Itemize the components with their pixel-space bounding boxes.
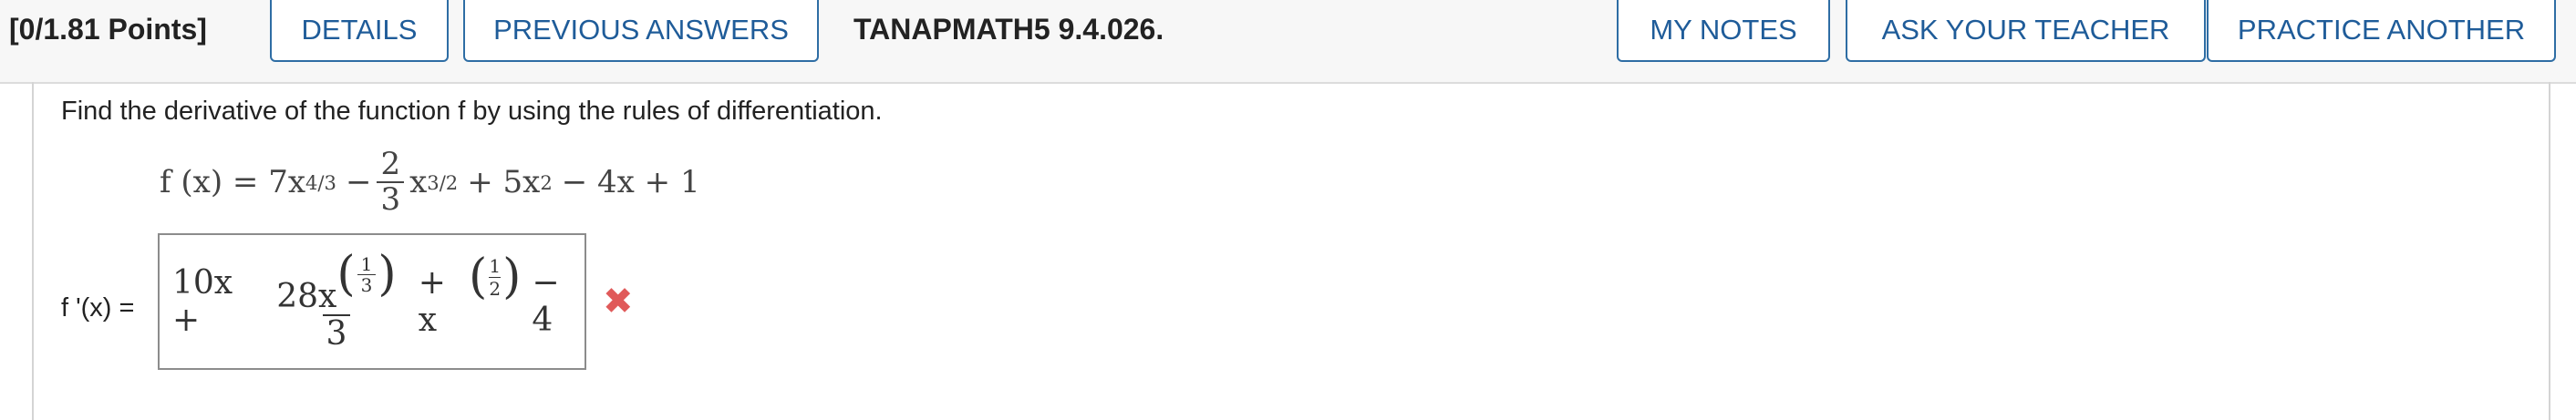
- answer-plus-x: + x: [418, 264, 446, 339]
- question-header: [0/1.81 Points] DETAILS PREVIOUS ANSWERS…: [0, 0, 2576, 84]
- function-rest: + 5x: [467, 164, 541, 200]
- practice-another-button[interactable]: PRACTICE ANOTHER: [2207, 0, 2556, 62]
- function-tail: − 4x + 1: [561, 164, 700, 200]
- answer-input[interactable]: 10x + 28x ( 13 ) 3 + x ( 12 ) − 4: [158, 233, 586, 370]
- function-exp3: 2: [540, 170, 553, 194]
- my-notes-button[interactable]: MY NOTES: [1617, 0, 1830, 62]
- function-expression: f (x) = 7x 4/3 − 2 3 x 3/2 + 5x 2 − 4x + 1: [160, 137, 700, 228]
- function-lhs: f (x) = 7x: [160, 164, 306, 200]
- derivative-label: f '(x) =: [61, 293, 135, 323]
- function-exp1: 4/3: [305, 170, 336, 194]
- cross-icon: ✖: [603, 282, 634, 322]
- answer-frac-num: 28x: [276, 277, 337, 315]
- question-id: TANAPMATH5 9.4.026.: [853, 13, 1164, 46]
- previous-answers-button[interactable]: PREVIOUS ANSWERS: [463, 0, 819, 62]
- function-exp2: 3/2: [427, 170, 459, 194]
- function-x: x: [409, 164, 428, 200]
- points-label: [0/1.81 Points]: [9, 13, 207, 46]
- answer-exp1-num: 1: [360, 252, 373, 275]
- answer-tail: − 4: [532, 264, 560, 339]
- answer-term1: 10x +: [172, 264, 233, 339]
- answer-fraction: 28x ( 13 ) 3: [273, 251, 399, 353]
- question-body: Find the derivative of the function f by…: [32, 82, 2550, 420]
- function-minus: −: [345, 164, 372, 200]
- question-prompt: Find the derivative of the function f by…: [61, 97, 883, 126]
- function-frac-den: 3: [377, 181, 405, 217]
- answer-exp2-num: 1: [489, 254, 502, 277]
- answer-frac-den: 3: [322, 314, 351, 353]
- function-frac-num: 2: [380, 145, 401, 182]
- answer-exp2: ( 12 ): [469, 250, 522, 304]
- answer-exp1: ( 13 ): [336, 247, 397, 302]
- function-fraction: 2 3: [377, 145, 405, 218]
- answer-exp2-den: 2: [489, 276, 502, 300]
- answer-frac-numerator: 28x ( 13 ): [273, 251, 399, 314]
- ask-your-teacher-button[interactable]: ASK YOUR TEACHER: [1846, 0, 2206, 62]
- answer-exp1-den: 3: [357, 273, 377, 295]
- details-button[interactable]: DETAILS: [270, 0, 449, 62]
